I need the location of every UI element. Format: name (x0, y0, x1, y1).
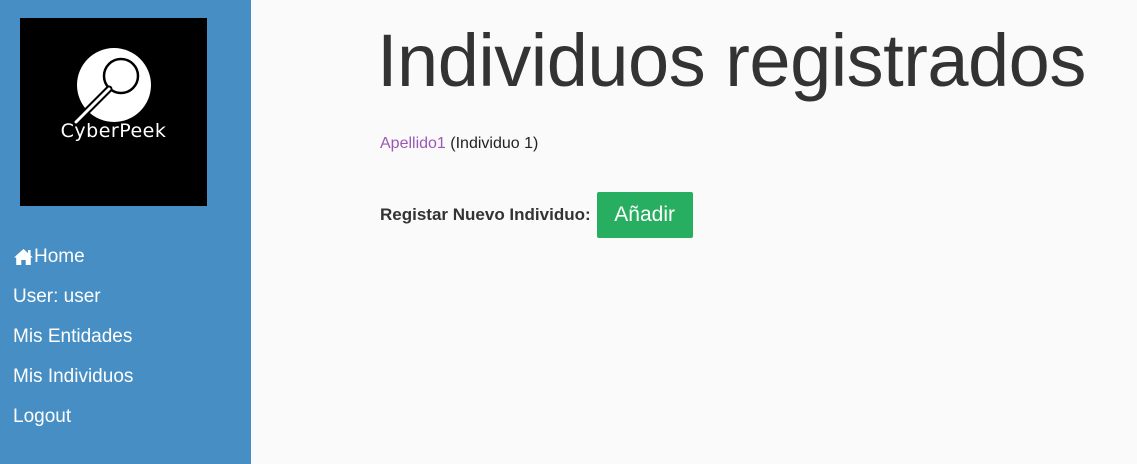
sidebar: CyberPeek Home User: user Mis Entidades … (0, 0, 251, 464)
sidebar-item-label: Logout (13, 406, 72, 427)
logo-text: CyberPeek (60, 120, 167, 142)
sidebar-item-label: Home (34, 246, 85, 267)
register-row: Registar Nuevo Individuo: Añadir (380, 192, 693, 238)
sidebar-item-label: Mis Entidades (13, 326, 133, 347)
sidebar-item-label: User: user (13, 286, 101, 307)
sidebar-item-mis-entidades[interactable]: Mis Entidades (13, 324, 133, 364)
sidebar-item-mis-individuos[interactable]: Mis Individuos (13, 364, 133, 404)
home-icon (13, 248, 34, 266)
register-label: Registar Nuevo Individuo: (380, 205, 591, 224)
sidebar-nav: Home User: user Mis Entidades Mis Indivi… (13, 244, 133, 444)
sidebar-item-user[interactable]: User: user (13, 284, 133, 324)
sidebar-item-home[interactable]: Home (13, 244, 133, 284)
list-item: Apellido1 (Individuo 1) (380, 135, 538, 153)
add-individual-button[interactable]: Añadir (596, 192, 693, 238)
page-title: Individuos registrados (377, 19, 1086, 102)
magnifier-icon (72, 48, 151, 126)
sidebar-item-label: Mis Individuos (13, 366, 134, 387)
sidebar-item-logout[interactable]: Logout (13, 404, 133, 444)
individual-link[interactable]: Apellido1 (380, 135, 446, 152)
cyberpeek-logo[interactable]: CyberPeek (20, 18, 207, 206)
individual-detail: (Individuo 1) (450, 135, 539, 152)
